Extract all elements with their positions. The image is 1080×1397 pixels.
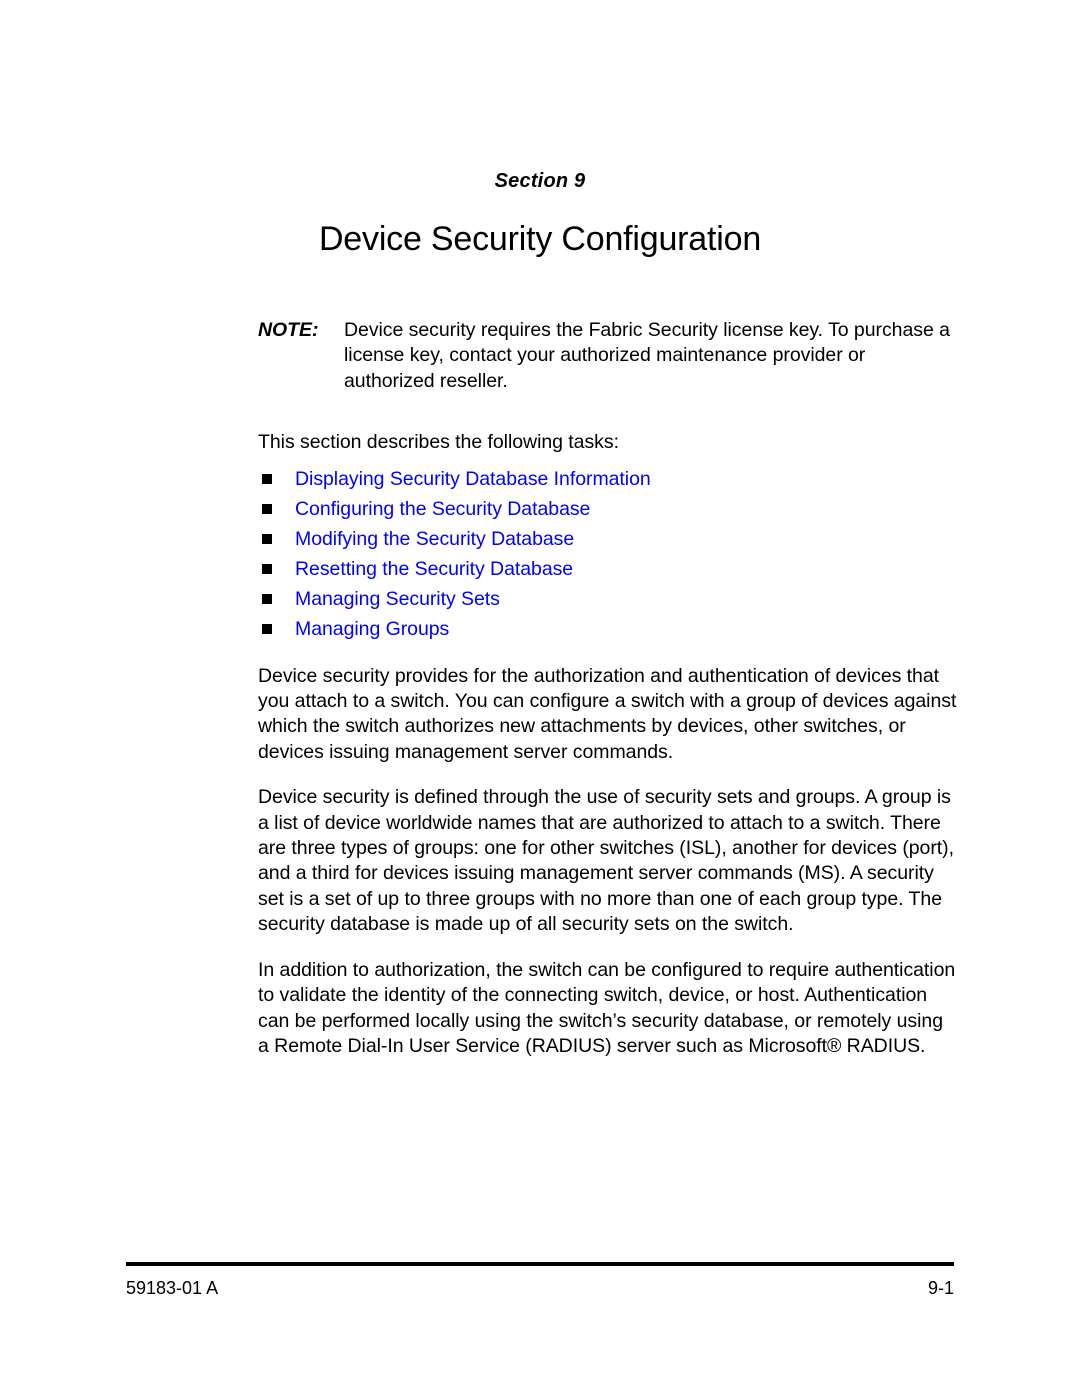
- list-item[interactable]: Configuring the Security Database: [258, 494, 958, 524]
- task-link-managing-security-sets[interactable]: Managing Security Sets: [295, 588, 500, 610]
- document-page: Section 9 Device Security Configuration …: [0, 0, 1080, 1397]
- footer-divider: [126, 1262, 954, 1266]
- square-bullet-icon: [262, 533, 272, 544]
- note-label: NOTE:: [258, 319, 319, 341]
- body-paragraph-3: In addition to authorization, the switch…: [258, 958, 956, 1057]
- task-link-displaying-security-database-information[interactable]: Displaying Security Database Information: [295, 468, 651, 490]
- page-content: NOTE: Device security requires the Fabri…: [258, 318, 958, 1059]
- note-text: Device security requires the Fabric Secu…: [344, 319, 950, 392]
- list-item[interactable]: Modifying the Security Database: [258, 524, 958, 554]
- list-item[interactable]: Managing Groups: [258, 614, 958, 644]
- task-link-list: Displaying Security Database Information…: [258, 464, 958, 644]
- footer-document-number: 59183-01 A: [126, 1278, 219, 1298]
- section-label: Section 9: [494, 170, 586, 192]
- footer-page-number: 9-1: [927, 1278, 954, 1298]
- square-bullet-icon: [262, 503, 272, 514]
- square-bullet-icon: [262, 623, 272, 634]
- task-link-managing-groups[interactable]: Managing Groups: [295, 618, 449, 640]
- list-item[interactable]: Displaying Security Database Information: [258, 464, 958, 494]
- body-paragraph-1: Device security provides for the authori…: [258, 664, 957, 763]
- task-link-resetting-the-security-database[interactable]: Resetting the Security Database: [295, 558, 573, 580]
- list-item[interactable]: Managing Security Sets: [258, 584, 958, 614]
- page-title: Device Security Configuration: [318, 219, 762, 258]
- note-block: NOTE: Device security requires the Fabri…: [258, 318, 958, 394]
- footer-row: 59183-01 A 9-1: [126, 1277, 954, 1299]
- list-item[interactable]: Resetting the Security Database: [258, 554, 958, 584]
- task-link-configuring-the-security-database[interactable]: Configuring the Security Database: [295, 498, 590, 520]
- task-link-modifying-the-security-database[interactable]: Modifying the Security Database: [295, 528, 574, 550]
- square-bullet-icon: [262, 563, 272, 574]
- page-footer: 59183-01 A 9-1: [126, 1262, 954, 1299]
- square-bullet-icon: [262, 593, 272, 604]
- tasks-intro: This section describes the following tas…: [258, 431, 619, 454]
- body-paragraph-2: Device security is defined through the u…: [258, 786, 954, 936]
- square-bullet-icon: [262, 473, 272, 484]
